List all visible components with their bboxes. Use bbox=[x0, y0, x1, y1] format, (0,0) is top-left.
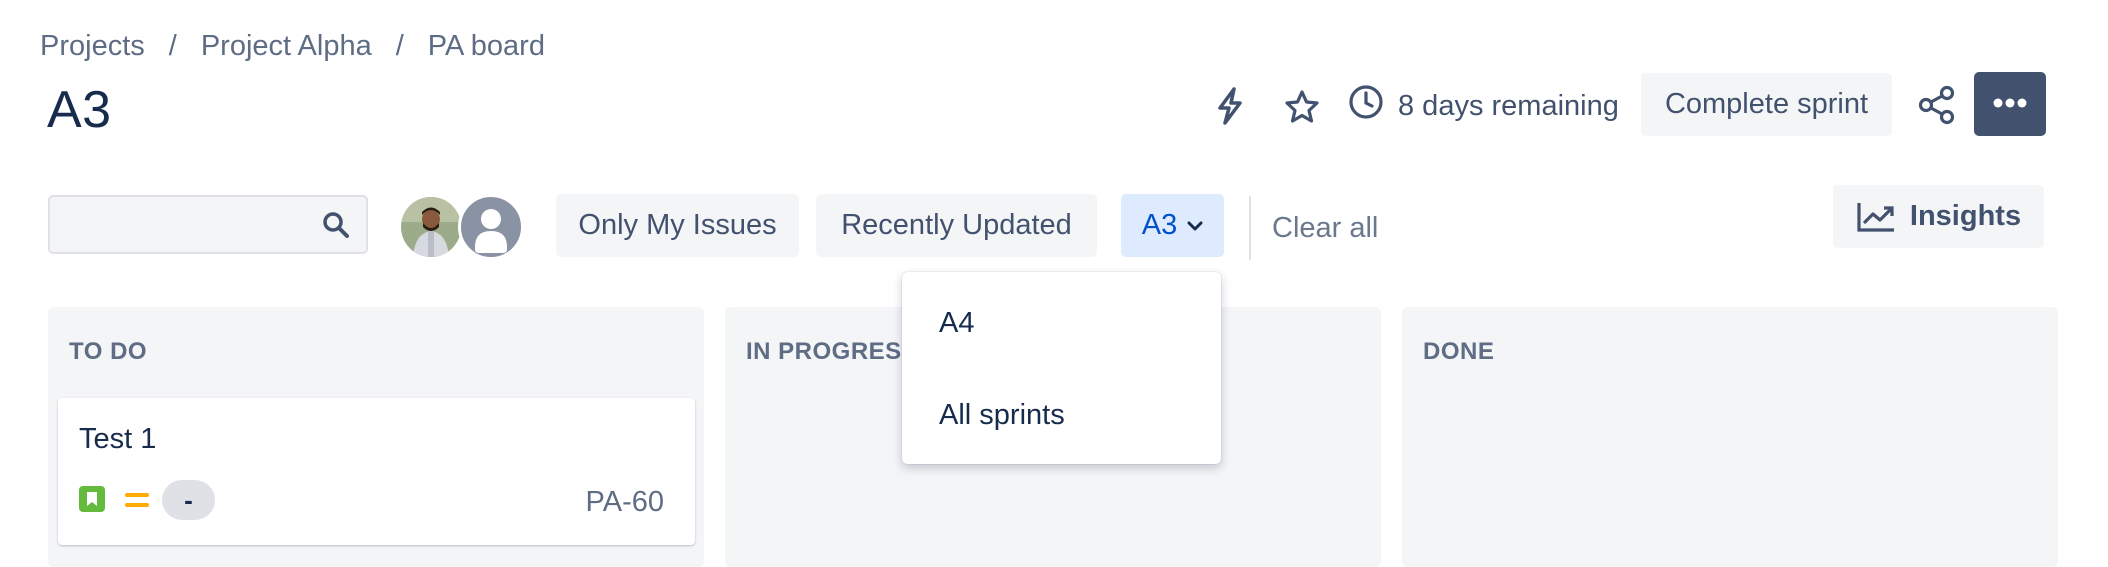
issue-key[interactable]: PA-60 bbox=[586, 486, 664, 519]
more-dots-icon bbox=[1993, 95, 2027, 113]
priority-medium-icon bbox=[124, 490, 150, 510]
breadcrumb-separator: / bbox=[168, 30, 177, 62]
sprint-dropdown-menu: A4 All sprints bbox=[902, 272, 1221, 464]
sprint-option-a4[interactable]: A4 bbox=[939, 307, 974, 340]
sprint-remaining: 8 days remaining bbox=[1348, 84, 1619, 128]
share-icon[interactable] bbox=[1916, 84, 1958, 126]
sprint-select[interactable]: A3 bbox=[1121, 194, 1224, 257]
filter-divider bbox=[1249, 196, 1251, 260]
clock-icon bbox=[1348, 84, 1384, 128]
avatar-default-user[interactable] bbox=[458, 194, 524, 260]
avatar-user-photo[interactable] bbox=[398, 194, 464, 260]
search-input[interactable] bbox=[48, 195, 368, 254]
page-title: A3 bbox=[47, 81, 112, 139]
remaining-text: 8 days remaining bbox=[1398, 89, 1619, 122]
insights-button[interactable]: Insights bbox=[1833, 185, 2044, 248]
sprint-select-value: A3 bbox=[1141, 209, 1178, 241]
breadcrumb-separator: / bbox=[395, 30, 404, 62]
column-done: DONE bbox=[1402, 307, 2058, 567]
sprint-option-all[interactable]: All sprints bbox=[939, 399, 1065, 432]
story-points-badge: - bbox=[162, 480, 215, 520]
breadcrumb-project-alpha[interactable]: Project Alpha bbox=[201, 30, 372, 63]
search-icon bbox=[322, 211, 350, 244]
recently-updated-filter[interactable]: Recently Updated bbox=[816, 194, 1097, 257]
issue-card[interactable]: Test 1 - PA-60 bbox=[58, 398, 695, 545]
column-title: DONE bbox=[1423, 338, 1495, 365]
only-my-issues-filter[interactable]: Only My Issues bbox=[556, 194, 799, 257]
lightning-icon[interactable] bbox=[1210, 86, 1250, 126]
card-summary: Test 1 bbox=[79, 423, 157, 455]
complete-sprint-button[interactable]: Complete sprint bbox=[1641, 73, 1892, 136]
column-title: TO DO bbox=[69, 338, 148, 365]
breadcrumb: Projects / Project Alpha / PA board bbox=[40, 30, 545, 63]
insights-label: Insights bbox=[1909, 200, 2022, 232]
breadcrumb-pa-board[interactable]: PA board bbox=[428, 30, 545, 63]
column-title: IN PROGRESS bbox=[746, 338, 919, 365]
story-icon bbox=[79, 486, 105, 512]
clear-all-button[interactable]: Clear all bbox=[1272, 212, 1378, 245]
breadcrumb-projects[interactable]: Projects bbox=[40, 30, 145, 63]
more-actions-button[interactable] bbox=[1974, 72, 2046, 136]
star-icon[interactable] bbox=[1282, 87, 1322, 127]
chevron-down-icon bbox=[1187, 220, 1203, 232]
insights-chart-icon bbox=[1856, 201, 1896, 233]
